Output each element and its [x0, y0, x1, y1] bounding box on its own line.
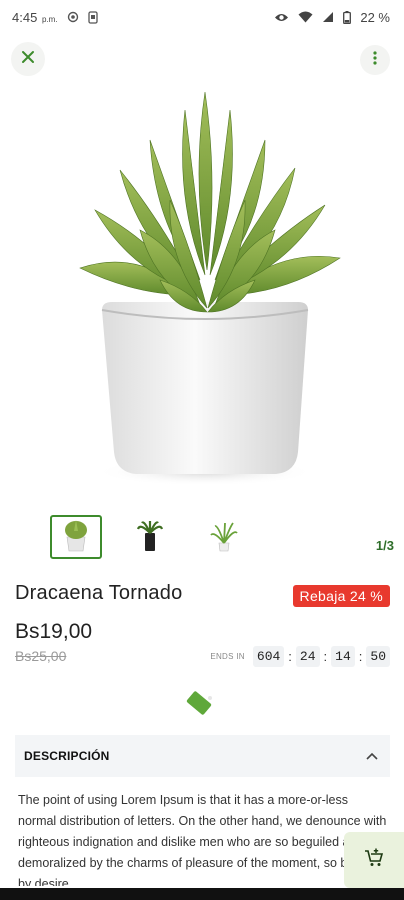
- discount-badge: Rebaja 24 %: [292, 585, 390, 607]
- old-price: Bs25,00: [15, 648, 67, 664]
- wifi-icon: [298, 11, 313, 23]
- close-button[interactable]: [11, 42, 45, 76]
- countdown-separator: :: [288, 649, 292, 664]
- description-text: The point of using Lorem Ipsum is that i…: [18, 793, 387, 886]
- image-pager: 1/3: [375, 538, 394, 553]
- more-vert-icon: [373, 50, 377, 70]
- product-title: Dracaena Tornado: [15, 582, 183, 604]
- countdown-timer: ENDS IN 604 : 24 : 14 : 50: [210, 646, 390, 667]
- cart-add-icon: [364, 848, 384, 873]
- description-accordion[interactable]: DESCRIPCIÓN: [15, 735, 390, 777]
- current-price: Bs19,00: [15, 620, 93, 643]
- add-to-cart-button[interactable]: [344, 832, 404, 888]
- system-nav-bar: [0, 888, 404, 900]
- thumbnail-3[interactable]: [198, 515, 250, 559]
- countdown-separator: :: [323, 649, 328, 664]
- battery-icon: [343, 10, 352, 24]
- plant-thumb-2-icon: [136, 517, 164, 558]
- countdown-hours: 24: [295, 646, 320, 667]
- countdown-label: ENDS IN: [210, 652, 245, 661]
- plant-thumb-1-icon: [62, 517, 90, 558]
- plant-thumb-3-icon: [210, 517, 238, 558]
- status-bar: 4:45 p.m. 22 %: [0, 0, 404, 34]
- thumbnail-2[interactable]: [124, 515, 176, 559]
- notification-icon: [87, 10, 98, 24]
- signal-icon: [322, 11, 334, 23]
- more-options-button[interactable]: [360, 45, 390, 75]
- close-icon: [21, 50, 35, 69]
- eye-icon: [274, 12, 289, 23]
- battery-percent: 22 %: [360, 9, 390, 25]
- countdown-days: 604: [252, 646, 285, 667]
- thumbnail-1[interactable]: [50, 515, 102, 559]
- countdown-separator: :: [358, 649, 363, 664]
- countdown-seconds: 50: [366, 646, 390, 667]
- tag-icon: [182, 686, 216, 725]
- location-icon: [67, 11, 79, 23]
- status-time: 4:45 p.m.: [12, 9, 58, 25]
- product-image[interactable]: [40, 80, 370, 500]
- thumbnail-strip: [50, 515, 250, 559]
- chevron-up-icon: [366, 747, 378, 765]
- description-title: DESCRIPCIÓN: [24, 749, 110, 763]
- countdown-minutes: 14: [331, 646, 355, 667]
